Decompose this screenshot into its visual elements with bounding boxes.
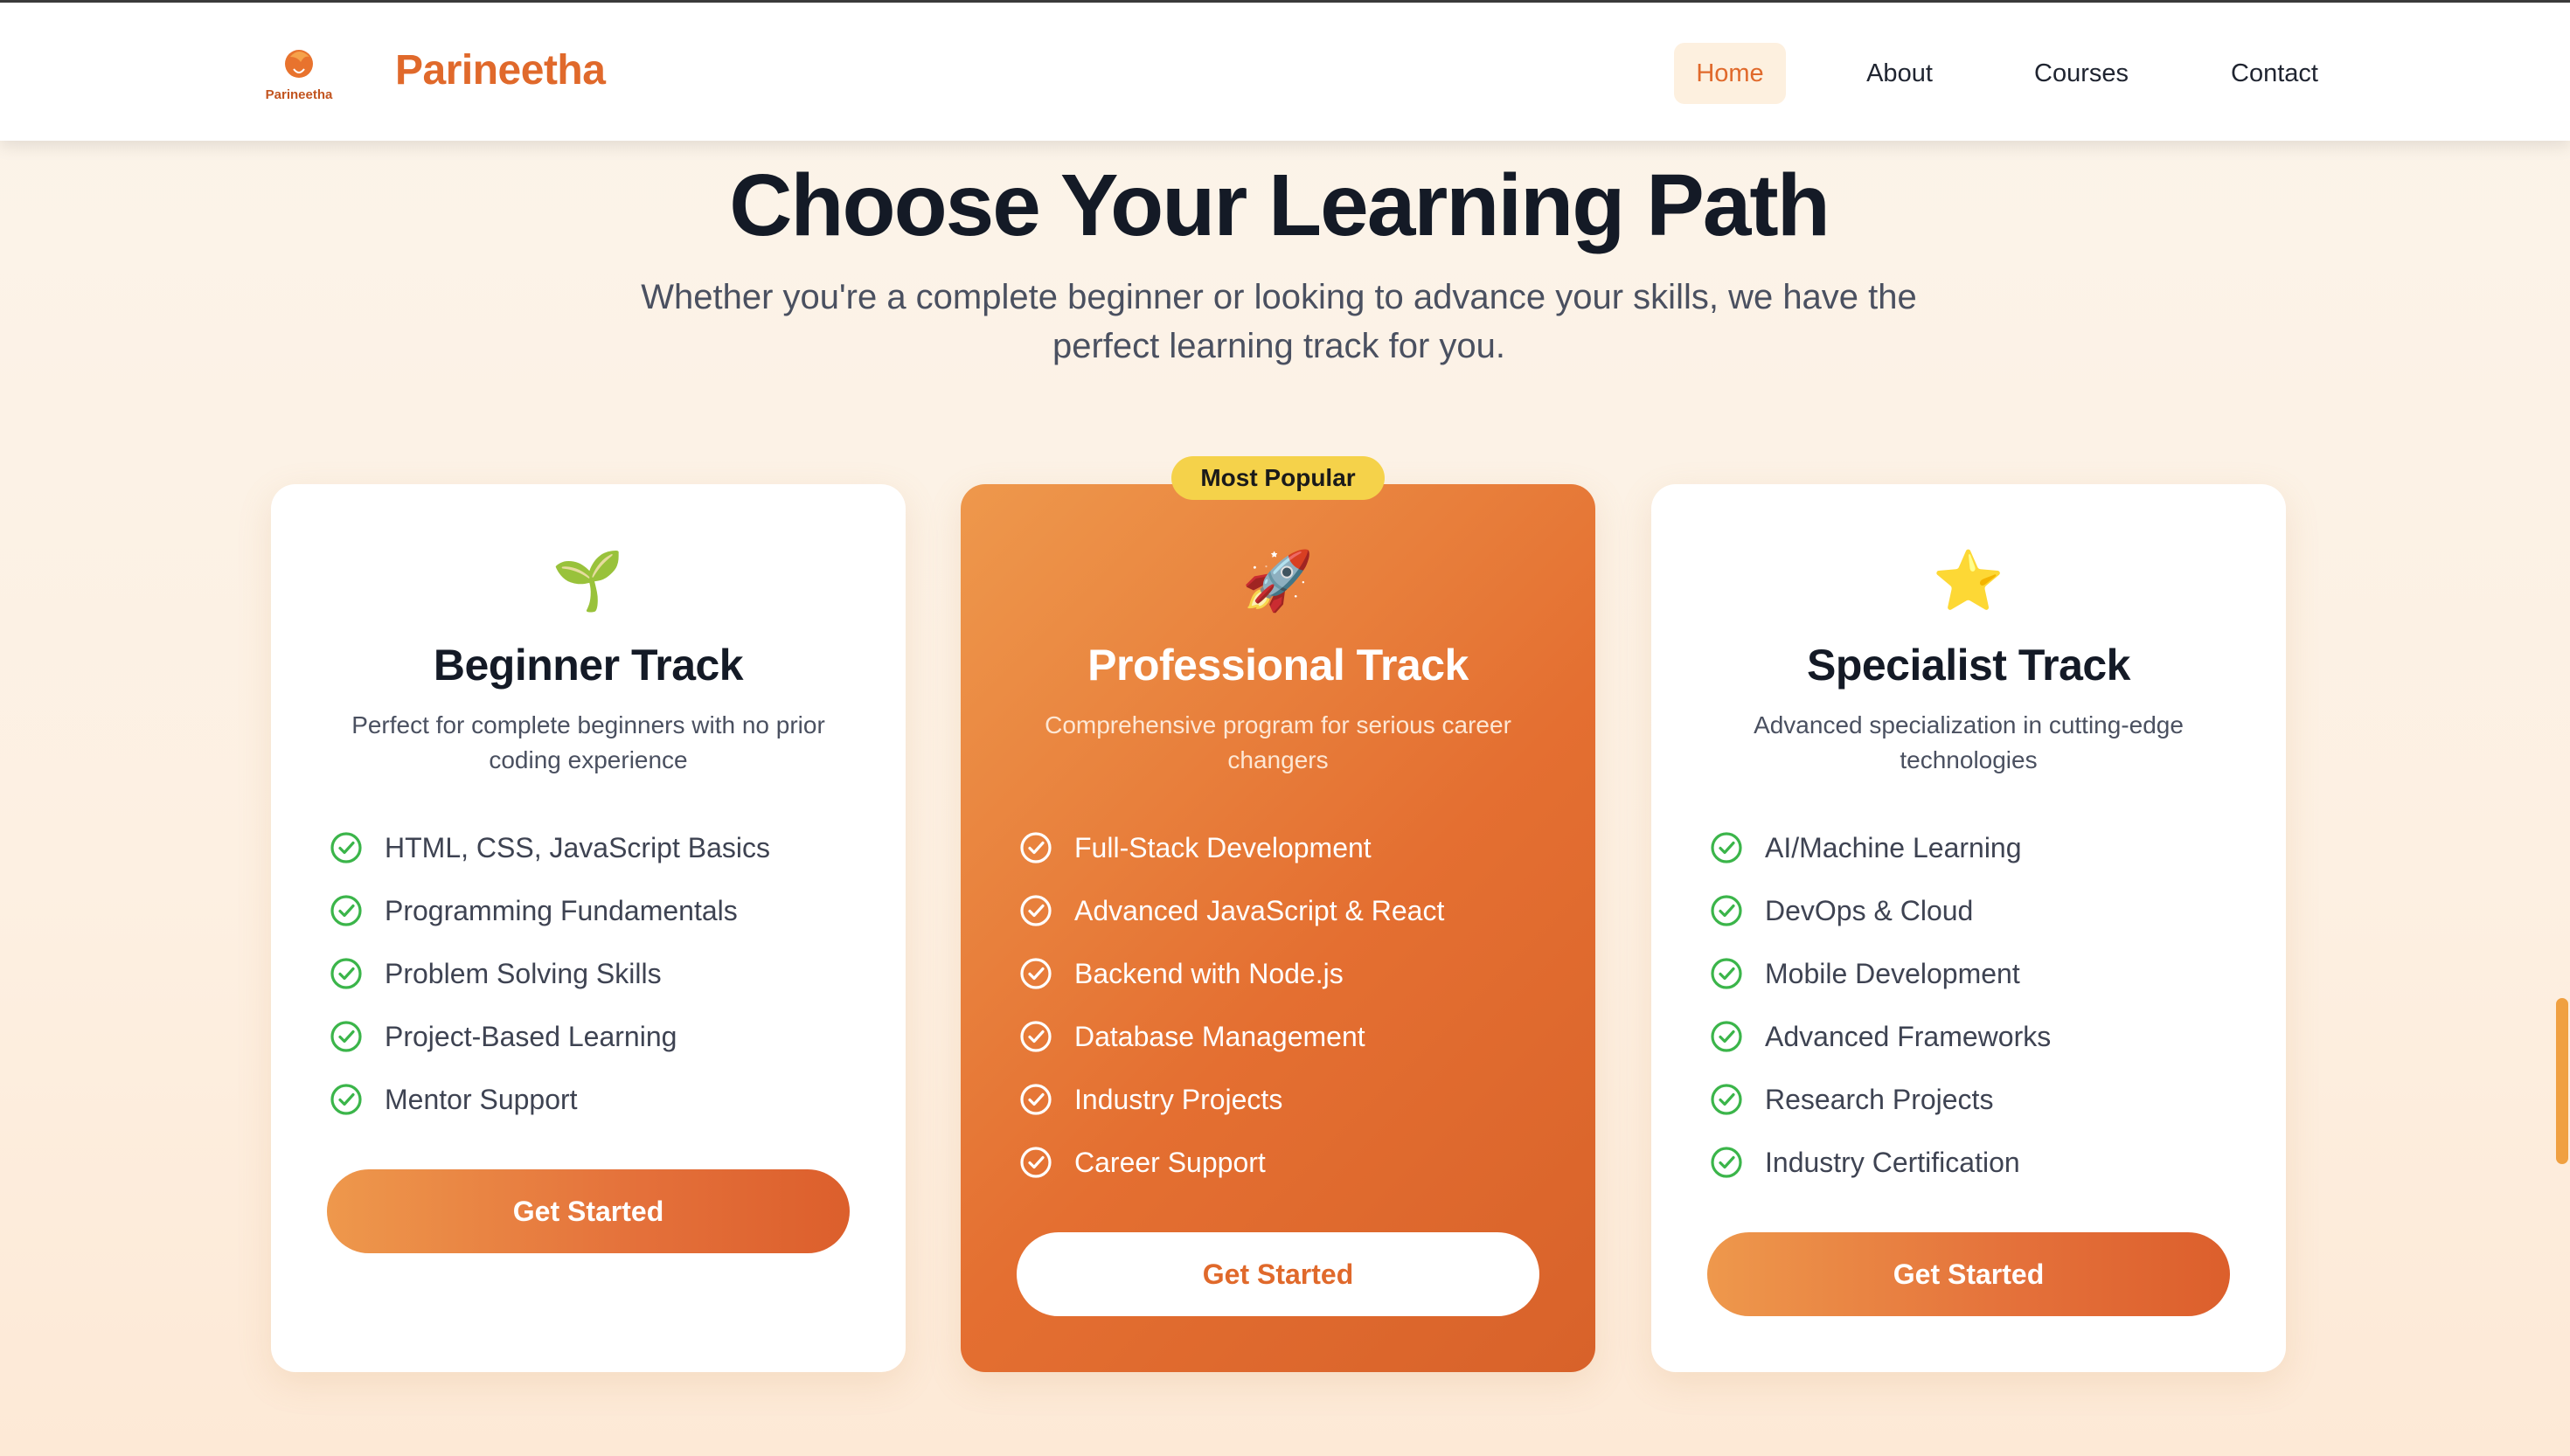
feature-item: DevOps & Cloud bbox=[1709, 879, 2251, 942]
feature-label: Full-Stack Development bbox=[1074, 831, 1372, 863]
feature-label: Research Projects bbox=[1765, 1083, 1994, 1115]
seedling-icon: 🌱 bbox=[552, 548, 625, 613]
scrollbar-thumb[interactable] bbox=[2556, 998, 2568, 1164]
specialist-track-card: ⭐ Specialist Track Advanced specializati… bbox=[1651, 484, 2286, 1372]
feature-item: Advanced JavaScript & React bbox=[1018, 879, 1560, 942]
logo-icon[interactable]: Parineetha bbox=[259, 46, 339, 104]
page-subtitle: Whether you're a complete beginner or lo… bbox=[641, 278, 1917, 365]
feature-item: Mentor Support bbox=[329, 1068, 871, 1131]
check-circle-icon bbox=[1020, 1021, 1052, 1052]
feature-item: Problem Solving Skills bbox=[329, 942, 871, 1005]
feature-label: Advanced Frameworks bbox=[1765, 1020, 2052, 1052]
get-started-button[interactable]: Get Started bbox=[1017, 1232, 1539, 1316]
feature-label: DevOps & Cloud bbox=[1765, 894, 1974, 926]
check-circle-icon bbox=[330, 832, 362, 863]
nav-about[interactable]: About bbox=[1844, 43, 1955, 104]
check-circle-icon bbox=[1711, 1084, 1742, 1115]
check-circle-icon bbox=[1020, 958, 1052, 989]
check-circle-icon bbox=[1711, 832, 1742, 863]
check-circle-icon bbox=[1020, 1084, 1052, 1115]
card-title: Specialist Track bbox=[1806, 641, 2131, 690]
professional-track-card: 🚀 Professional Track Comprehensive progr… bbox=[961, 484, 1595, 1372]
nav-contact[interactable]: Contact bbox=[2210, 43, 2339, 104]
check-circle-icon bbox=[1711, 1021, 1742, 1052]
check-circle-icon bbox=[1711, 895, 1742, 926]
feature-item: Project-Based Learning bbox=[329, 1005, 871, 1068]
beginner-track-card: 🌱 Beginner Track Perfect for complete be… bbox=[271, 484, 906, 1372]
feature-label: Advanced JavaScript & React bbox=[1074, 894, 1445, 926]
get-started-button[interactable]: Get Started bbox=[327, 1169, 850, 1253]
feature-label: Mobile Development bbox=[1765, 957, 2020, 989]
feature-item: Mobile Development bbox=[1709, 942, 2251, 1005]
feature-label: Project-Based Learning bbox=[385, 1020, 677, 1052]
feature-item: Career Support bbox=[1018, 1131, 1560, 1194]
check-circle-icon bbox=[1020, 895, 1052, 926]
feature-item: Advanced Frameworks bbox=[1709, 1005, 2251, 1068]
feature-label: Mentor Support bbox=[385, 1083, 578, 1115]
check-circle-icon bbox=[330, 1084, 362, 1115]
card-description: Comprehensive program for serious career… bbox=[1045, 711, 1511, 773]
check-circle-icon bbox=[1020, 832, 1052, 863]
brand-name[interactable]: Parineetha bbox=[395, 46, 606, 94]
feature-item: Industry Certification bbox=[1709, 1131, 2251, 1194]
feature-label: Database Management bbox=[1074, 1020, 1365, 1052]
feature-item: Database Management bbox=[1018, 1005, 1560, 1068]
feature-label: HTML, CSS, JavaScript Basics bbox=[385, 831, 770, 863]
nav-courses[interactable]: Courses bbox=[2011, 43, 2152, 104]
card-description: Perfect for complete beginners with no p… bbox=[351, 711, 825, 773]
feature-label: Programming Fundamentals bbox=[385, 894, 738, 926]
feature-list: HTML, CSS, JavaScript Basics Programming… bbox=[329, 816, 871, 1131]
rocket-icon: 🚀 bbox=[1241, 548, 1315, 613]
navbar: Parineetha Parineetha Home About Courses… bbox=[0, 0, 2570, 141]
feature-item: Programming Fundamentals bbox=[329, 879, 871, 942]
check-circle-icon bbox=[1711, 958, 1742, 989]
check-circle-icon bbox=[330, 895, 362, 926]
get-started-button[interactable]: Get Started bbox=[1707, 1232, 2230, 1316]
check-circle-icon bbox=[1020, 1147, 1052, 1178]
card-title: Beginner Track bbox=[433, 641, 744, 690]
card-description: Advanced specialization in cutting-edge … bbox=[1754, 711, 2184, 773]
svg-text:Parineetha: Parineetha bbox=[266, 87, 333, 102]
feature-label: AI/Machine Learning bbox=[1765, 831, 2022, 863]
card-title: Professional Track bbox=[1087, 641, 1469, 690]
check-circle-icon bbox=[1711, 1147, 1742, 1178]
most-popular-badge: Most Popular bbox=[1171, 456, 1385, 500]
feature-list: AI/Machine Learning DevOps & Cloud Mobil… bbox=[1709, 816, 2251, 1194]
feature-label: Problem Solving Skills bbox=[385, 957, 662, 989]
feature-label: Industry Certification bbox=[1765, 1146, 2020, 1178]
feature-label: Industry Projects bbox=[1074, 1083, 1283, 1115]
feature-item: HTML, CSS, JavaScript Basics bbox=[329, 816, 871, 879]
feature-item: Backend with Node.js bbox=[1018, 942, 1560, 1005]
feature-list: Full-Stack Development Advanced JavaScri… bbox=[1018, 816, 1560, 1194]
star-icon: ⭐ bbox=[1932, 548, 2005, 613]
feature-label: Backend with Node.js bbox=[1074, 957, 1344, 989]
check-circle-icon bbox=[330, 958, 362, 989]
nav-home[interactable]: Home bbox=[1674, 43, 1786, 104]
page-title: Choose Your Learning Path bbox=[729, 156, 1830, 254]
feature-item: Full-Stack Development bbox=[1018, 816, 1560, 879]
feature-label: Career Support bbox=[1074, 1146, 1266, 1178]
check-circle-icon bbox=[330, 1021, 362, 1052]
feature-item: Industry Projects bbox=[1018, 1068, 1560, 1131]
feature-item: AI/Machine Learning bbox=[1709, 816, 2251, 879]
feature-item: Research Projects bbox=[1709, 1068, 2251, 1131]
